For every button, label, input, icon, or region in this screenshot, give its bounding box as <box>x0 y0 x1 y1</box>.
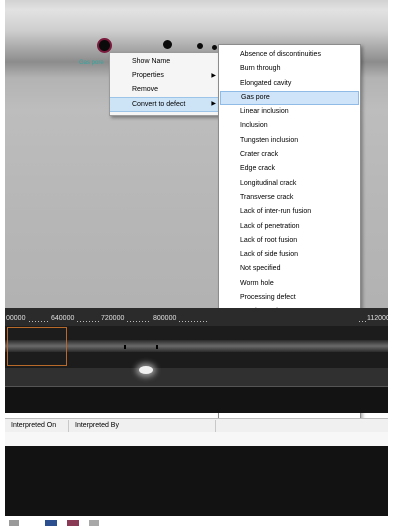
ruler-tick-label: 1120000 <box>367 315 388 322</box>
interpretation-table-body[interactable] <box>5 446 388 516</box>
app-window: Gas pore Show Name Properties ▶ Remove C… <box>5 0 388 526</box>
defect-menu-item[interactable]: Crater crack <box>220 148 359 162</box>
menu-item-convert-to-defect[interactable]: Convert to defect ▶ <box>110 97 222 112</box>
defect-menu-item[interactable]: Edge crack <box>220 162 359 176</box>
defect-menu-item[interactable]: Lack of root fusion <box>220 234 359 248</box>
defect-menu-item[interactable]: Inclusion <box>220 119 359 133</box>
toolbar-icon[interactable] <box>89 520 99 526</box>
column-header-interpreted-by[interactable]: Interpreted By <box>75 419 119 433</box>
weld-strip-overview[interactable] <box>5 326 388 368</box>
defect-menu-item[interactable]: Absence of discontinuities <box>220 48 359 62</box>
ruler-ticks <box>179 321 209 322</box>
ruler-tick-label: 720000 <box>101 315 125 322</box>
ruler-ticks <box>29 321 49 322</box>
submenu-arrow-icon: ▶ <box>211 101 216 107</box>
defect-menu-item[interactable]: Lack of penetration <box>220 220 359 234</box>
menu-item-label: Properties <box>132 72 164 79</box>
pore-indicator <box>124 345 126 349</box>
context-menu: Show Name Properties ▶ Remove Convert to… <box>109 52 223 116</box>
ruler-ticks <box>359 321 367 322</box>
menu-item-label: Show Name <box>132 58 171 65</box>
column-divider[interactable] <box>215 420 216 432</box>
secondary-strip <box>5 368 388 386</box>
timeline-band <box>5 386 388 413</box>
defect-menu-item[interactable]: Elongated cavity <box>220 77 359 91</box>
defect-menu-item[interactable]: Burn through <box>220 62 359 76</box>
menu-item-label: Remove <box>132 86 159 93</box>
bottom-toolbar <box>5 516 388 526</box>
defect-menu-item[interactable]: Transverse crack <box>220 191 359 205</box>
ruler-tick-label: 640000 <box>51 315 75 322</box>
pore-label: Gas pore <box>79 60 104 66</box>
toolbar-icon[interactable] <box>45 520 57 526</box>
position-ruler: 00000 640000 720000 800000 1120000 <box>5 308 388 326</box>
toolbar-icon[interactable] <box>67 520 79 526</box>
table-row[interactable] <box>5 432 388 446</box>
defect-menu-item[interactable]: Linear inclusion <box>220 105 359 119</box>
defect-menu-item[interactable]: Lack of side fusion <box>220 248 359 262</box>
pore <box>212 45 217 50</box>
defect-menu-item[interactable]: Gas pore <box>220 90 359 106</box>
menu-item-remove[interactable]: Remove <box>110 83 222 97</box>
viewport-selection-box[interactable] <box>7 327 67 366</box>
defect-menu-item[interactable]: Processing defect <box>220 291 359 305</box>
menu-item-properties[interactable]: Properties ▶ <box>110 69 222 83</box>
toolbar-icon[interactable] <box>9 520 19 526</box>
ruler-tick-label: 800000 <box>153 315 177 322</box>
submenu-arrow-icon: ▶ <box>211 73 216 79</box>
menu-item-label: Convert to defect <box>132 101 186 108</box>
ruler-tick-label: 00000 <box>6 315 26 322</box>
pore <box>197 43 203 49</box>
defect-menu-item[interactable]: Not specified <box>220 262 359 276</box>
defect-menu-item[interactable]: Lack of inter-run fusion <box>220 205 359 219</box>
pore-indicator <box>156 345 158 349</box>
ruler-ticks <box>127 321 151 322</box>
ruler-ticks <box>77 321 99 322</box>
scroll-handle[interactable] <box>139 366 153 374</box>
defect-menu-item[interactable]: Worm hole <box>220 277 359 291</box>
pore <box>163 40 172 49</box>
column-divider[interactable] <box>68 420 69 432</box>
column-header-interpreted-on[interactable]: Interpreted On <box>11 419 56 433</box>
gas-pore-marker[interactable] <box>99 40 110 51</box>
menu-item-show-name[interactable]: Show Name <box>110 55 222 69</box>
defect-menu-item[interactable]: Longitudinal crack <box>220 177 359 191</box>
defect-menu-item[interactable]: Tungsten inclusion <box>220 134 359 148</box>
